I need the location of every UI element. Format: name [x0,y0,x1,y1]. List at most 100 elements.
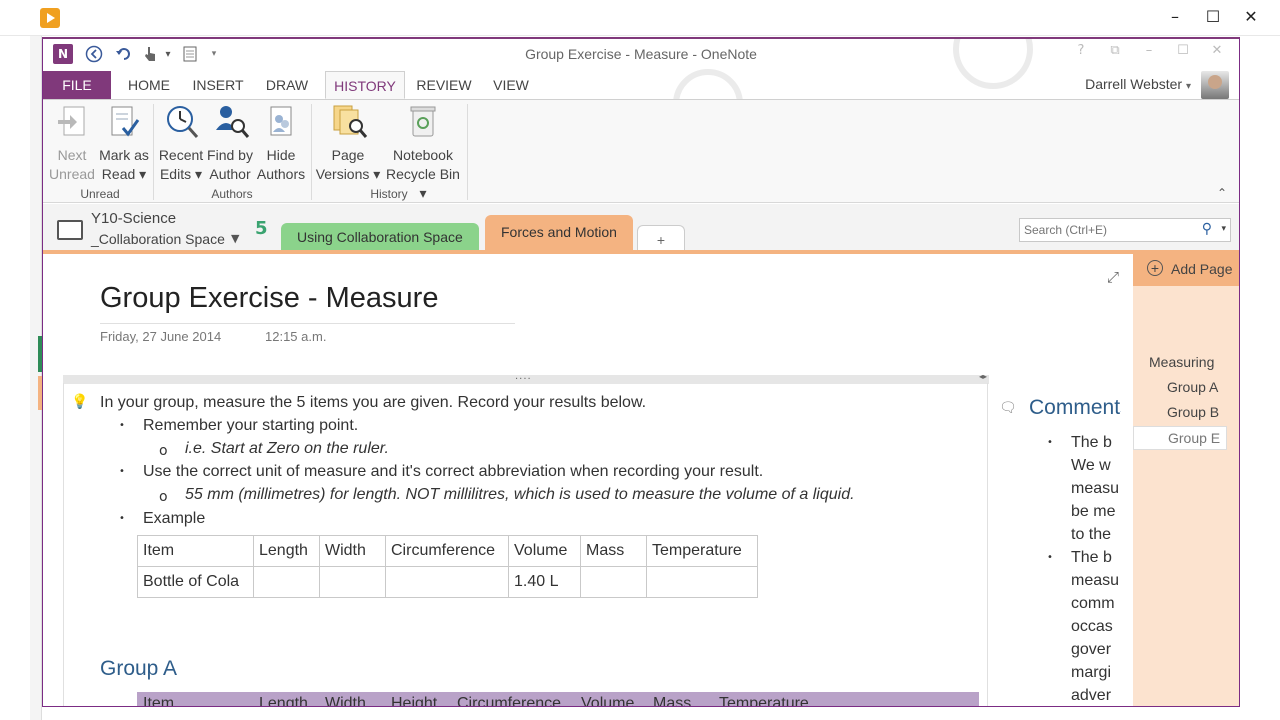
table-header-cell[interactable]: Length [259,695,308,706]
bullet-text[interactable]: Use the correct unit of measure and it's… [143,463,763,481]
page-title[interactable]: Group Exercise - Measure [100,282,438,315]
onenote-window: N ▾ ▾ Group Exercise - Measure - OneNote… [42,37,1240,707]
comment-line[interactable]: measu [1071,572,1123,590]
table-cell[interactable] [319,566,386,598]
comment-line[interactable]: margi [1071,664,1123,682]
tab-file[interactable]: FILE [43,71,111,99]
tab-insert[interactable]: INSERT [187,71,249,99]
video-app-icon [40,8,60,28]
full-page-view-button[interactable]: ⧉ [1103,43,1127,58]
table-cell[interactable] [580,566,647,598]
tab-review[interactable]: REVIEW [413,71,475,99]
table-header-cell[interactable]: Temperature [719,695,809,706]
bullet-icon: • [1047,552,1053,563]
group-label-history: History [370,187,408,201]
notebook-name[interactable]: Y10-Science [91,210,176,227]
sub-bullet-icon: o [159,443,168,459]
hide-authors-icon [265,104,297,140]
search-icon[interactable]: ⚲ [1202,221,1212,237]
comment-line[interactable]: We w [1071,457,1123,475]
account-menu[interactable]: Darrell Webster ▾ [1085,76,1191,92]
comment-line[interactable]: to the [1071,526,1123,544]
hide-authors-button[interactable]: Hide Authors [255,104,307,184]
table-cell[interactable] [253,566,320,598]
table-header-cell[interactable]: Temperature [646,535,758,567]
table-header-cell[interactable]: Length [253,535,320,567]
table-header-cell[interactable]: Circumference [457,695,561,706]
table-cell[interactable] [646,566,758,598]
page-versions-button[interactable]: Page Versions ▾ [315,104,381,184]
table-header-cell[interactable]: Volume [508,535,581,567]
mark-as-read-button[interactable]: Mark as Read ▾ [97,104,151,184]
expand-page-icon[interactable]: ⤢ [1107,268,1119,286]
collapse-ribbon-icon[interactable]: ⌃ [1217,186,1227,200]
table-header-cell[interactable]: Height [391,695,437,706]
help-button[interactable]: ? [1069,43,1093,58]
notebook-dropdown-icon[interactable]: ▼ [231,232,239,245]
bullet-text[interactable]: Example [143,510,205,528]
section-group-name[interactable]: _Collaboration Space [91,231,225,247]
comment-line[interactable]: The b [1071,434,1123,452]
sub-bullet-text[interactable]: 55 mm (millimetres) for length. NOT mill… [185,486,855,504]
comment-line[interactable]: The b [1071,549,1123,567]
tab-history[interactable]: HISTORY [325,71,405,99]
comment-line[interactable]: adver [1071,687,1123,705]
tab-home[interactable]: HOME [121,71,177,99]
close-button[interactable]: ✕ [1205,43,1229,58]
page-canvas: ⤢ Group Exercise - Measure Friday, 27 Ju… [43,254,1133,706]
table-header-cell[interactable]: Width [325,695,366,706]
page-item-group-b[interactable]: Group B [1167,404,1219,420]
comments-container: 🗨 Comments • The b We w measu be me to t… [991,384,1123,706]
note-container-handle[interactable]: .... ◂▸ [63,371,989,384]
page-item-group-a[interactable]: Group A [1167,379,1218,395]
avatar[interactable] [1201,71,1229,99]
comment-line[interactable]: be me [1071,503,1123,521]
comments-heading[interactable]: Comments [1029,396,1121,420]
table-header-cell[interactable]: Item [143,695,174,706]
page-item-measuring[interactable]: Measuring [1149,354,1214,370]
table-cell[interactable]: Bottle of Cola [137,566,254,598]
comment-line[interactable]: comm [1071,595,1123,613]
navigate-to-parent-icon[interactable]: 5 [255,218,268,239]
page-list-pane: + Add Page Measuring Group A Group B Gro… [1133,250,1239,706]
table-header-cell[interactable]: Item [137,535,254,567]
tab-draw[interactable]: DRAW [259,71,315,99]
find-by-author-button[interactable]: Find by Author [205,104,255,184]
new-section-button[interactable]: + [637,225,685,251]
comment-line[interactable]: measu [1071,480,1123,498]
next-unread-icon [56,104,88,140]
maximize-button[interactable]: ☐ [1171,43,1195,58]
group-a-heading[interactable]: Group A [100,657,177,681]
notebook-icon[interactable] [57,220,83,240]
recent-edits-button[interactable]: Recent Edits ▾ [157,104,205,184]
lightbulb-icon: 💡 [71,394,89,410]
drag-handle-icon[interactable]: .... [515,371,532,382]
tab-view[interactable]: VIEW [485,71,537,99]
outer-minimize-button[interactable]: – [1156,2,1194,30]
outer-close-button[interactable]: ✕ [1232,2,1270,30]
table-header-cell[interactable]: Mass [653,695,691,706]
comment-line[interactable]: gover [1071,641,1123,659]
table-header-cell[interactable]: Volume [581,695,634,706]
outer-maximize-button[interactable]: ☐ [1194,2,1232,30]
sub-bullet-text[interactable]: i.e. Start at Zero on the ruler. [185,440,389,458]
comment-line[interactable]: occas [1071,618,1123,636]
group-a-table-header-row: Item Length Width Height Circumference V… [137,692,979,706]
search-input[interactable] [1020,219,1190,241]
minimize-button[interactable]: – [1137,43,1161,58]
page-item-group-e[interactable]: Group E [1133,426,1227,450]
add-page-button[interactable]: + Add Page [1133,250,1239,286]
table-header-cell[interactable]: Width [319,535,386,567]
intro-text[interactable]: In your group, measure the 5 items you a… [100,394,646,412]
section-tab-using-collaboration-space[interactable]: Using Collaboration Space [281,223,479,251]
section-tab-forces-and-motion[interactable]: Forces and Motion [485,215,633,251]
table-header-cell[interactable]: Mass [580,535,647,567]
next-unread-button[interactable]: Next Unread [49,104,95,184]
search-scope-dropdown[interactable]: ▾ [1221,224,1226,234]
resize-arrows-icon[interactable]: ◂▸ [979,372,987,381]
table-cell[interactable] [385,566,509,598]
bullet-text[interactable]: Remember your starting point. [143,417,358,435]
table-header-cell[interactable]: Circumference [385,535,509,567]
mark-as-read-icon [108,104,140,140]
table-cell[interactable]: 1.40 L [508,566,581,598]
